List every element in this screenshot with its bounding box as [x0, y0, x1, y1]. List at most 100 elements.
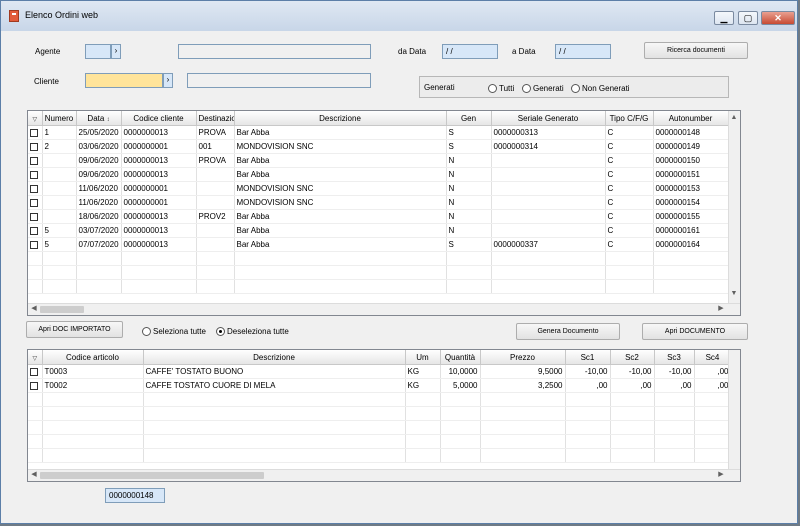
- radio-generati[interactable]: Generati: [522, 84, 564, 93]
- order-row[interactable]: 2 03/06/2020 0000000001 001 MONDOVISION SNC S…: [28, 139, 729, 154]
- detail-row[interactable]: [28, 448, 740, 463]
- row-checkbox[interactable]: [30, 128, 38, 137]
- header-sc4[interactable]: Sc4: [694, 350, 732, 365]
- order-row[interactable]: 09/06/2020 0000000013 Bar Abba N C 0000000151: [28, 167, 729, 182]
- detail-horizontal-scrollbar[interactable]: ◀ ▶: [28, 469, 740, 481]
- header-seriale-generato[interactable]: Seriale Generato: [491, 111, 606, 126]
- scroll-down-icon[interactable]: ▼: [729, 289, 739, 299]
- row-select-cell[interactable]: [28, 223, 43, 238]
- header-sc1[interactable]: Sc1: [565, 350, 611, 365]
- row-select-cell[interactable]: [28, 251, 43, 266]
- detail-row[interactable]: [28, 420, 740, 435]
- apri-documento-button[interactable]: Apri DOCUMENTO: [642, 323, 748, 340]
- cliente-lookup-button[interactable]: ›: [163, 73, 173, 88]
- header-autonumber[interactable]: Autonumber: [653, 111, 729, 126]
- orders-grid[interactable]: ▽ Numero Data ↕ Codice cliente Destinazi…: [27, 110, 741, 316]
- row-select-cell[interactable]: [28, 279, 43, 294]
- genera-documento-button[interactable]: Genera Documento: [516, 323, 620, 340]
- a-data-input[interactable]: / /: [555, 44, 611, 59]
- detail-row[interactable]: [28, 434, 740, 449]
- order-row[interactable]: [28, 265, 729, 280]
- scroll-thumb[interactable]: [40, 472, 264, 479]
- row-select-cell[interactable]: [28, 181, 43, 196]
- header-descrizione-articolo[interactable]: Descrizione: [143, 350, 406, 365]
- order-row[interactable]: [28, 279, 729, 294]
- row-select-cell[interactable]: [28, 448, 43, 463]
- row-select-cell[interactable]: [28, 167, 43, 182]
- row-checkbox[interactable]: [30, 156, 38, 165]
- row-select-cell[interactable]: [28, 378, 43, 393]
- row-checkbox[interactable]: [30, 198, 38, 207]
- header-codice-articolo[interactable]: Codice articolo: [42, 350, 144, 365]
- header-data[interactable]: Data ↕: [76, 111, 122, 126]
- agente-lookup-button[interactable]: ›: [111, 44, 121, 59]
- order-row[interactable]: 18/06/2020 0000000013 PROV2 Bar Abba N C 00000…: [28, 209, 729, 224]
- autonumber-field[interactable]: 0000000148: [105, 488, 165, 503]
- row-checkbox[interactable]: [30, 367, 38, 376]
- row-checkbox[interactable]: [30, 240, 38, 249]
- radio-seleziona-tutte[interactable]: Seleziona tutte: [142, 327, 206, 336]
- order-row[interactable]: [28, 251, 729, 266]
- scroll-right-icon[interactable]: ▶: [716, 304, 726, 314]
- scroll-thumb[interactable]: [40, 306, 84, 313]
- row-select-cell[interactable]: [28, 237, 43, 252]
- row-select-cell[interactable]: [28, 364, 43, 379]
- row-select-cell[interactable]: [28, 265, 43, 280]
- row-select-cell[interactable]: [28, 392, 43, 407]
- row-checkbox[interactable]: [30, 184, 38, 193]
- order-row[interactable]: 11/06/2020 0000000001 MONDOVISION SNC N C 000…: [28, 195, 729, 210]
- header-prezzo[interactable]: Prezzo: [480, 350, 566, 365]
- orders-vertical-scrollbar[interactable]: ▲ ▼: [728, 111, 740, 303]
- row-select-cell[interactable]: [28, 125, 43, 140]
- agente-input[interactable]: [85, 44, 111, 59]
- apri-doc-importato-button[interactable]: Apri DOC IMPORTATO: [26, 321, 123, 338]
- scroll-right-icon[interactable]: ▶: [716, 470, 726, 480]
- row-select-cell[interactable]: [28, 139, 43, 154]
- minimize-button[interactable]: ▁: [714, 11, 734, 25]
- order-row[interactable]: 5 03/07/2020 0000000013 Bar Abba N C 000000016…: [28, 223, 729, 238]
- radio-deseleziona-tutte[interactable]: Deseleziona tutte: [216, 327, 289, 336]
- detail-grid[interactable]: ▽ Codice articolo Descrizione Um Quantit…: [27, 349, 741, 482]
- order-row[interactable]: 09/06/2020 0000000013 PROVA Bar Abba N C 00000…: [28, 153, 729, 168]
- row-checkbox[interactable]: [30, 226, 38, 235]
- order-row[interactable]: 1 25/05/2020 0000000013 PROVA Bar Abba S 00000…: [28, 125, 729, 140]
- row-checkbox[interactable]: [30, 142, 38, 151]
- header-tipo-cfg[interactable]: Tipo C/F/G: [605, 111, 654, 126]
- row-checkbox[interactable]: [30, 170, 38, 179]
- ricerca-documenti-button[interactable]: Ricerca documenti: [644, 42, 748, 59]
- header-sc2[interactable]: Sc2: [610, 350, 655, 365]
- row-checkbox[interactable]: [30, 381, 38, 390]
- row-select-cell[interactable]: [28, 406, 43, 421]
- detail-row[interactable]: T0003 CAFFE' TOSTATO BUONO KG 10,0000 9,5000…: [28, 364, 740, 379]
- row-select-cell[interactable]: [28, 420, 43, 435]
- row-select-cell[interactable]: [28, 195, 43, 210]
- scroll-left-icon[interactable]: ◀: [29, 470, 39, 480]
- detail-row[interactable]: [28, 392, 740, 407]
- row-checkbox[interactable]: [30, 212, 38, 221]
- header-quantita[interactable]: Quantità: [440, 350, 481, 365]
- detail-row[interactable]: T0002 CAFFE TOSTATO CUORE DI MELA KG 5,0000…: [28, 378, 740, 393]
- scroll-left-icon[interactable]: ◀: [29, 304, 39, 314]
- header-gen[interactable]: Gen: [446, 111, 492, 126]
- radio-non-generati[interactable]: Non Generati: [571, 84, 630, 93]
- header-um[interactable]: Um: [405, 350, 441, 365]
- header-sc3[interactable]: Sc3: [654, 350, 695, 365]
- close-button[interactable]: ✕: [761, 11, 795, 25]
- scroll-up-icon[interactable]: ▲: [729, 113, 739, 123]
- cliente-input[interactable]: [85, 73, 163, 88]
- da-data-input[interactable]: / /: [442, 44, 498, 59]
- header-destinazione[interactable]: Destinazio: [196, 111, 235, 126]
- row-select-cell[interactable]: [28, 209, 43, 224]
- row-select-cell[interactable]: [28, 434, 43, 449]
- order-row[interactable]: 5 07/07/2020 0000000013 Bar Abba S 0000000337…: [28, 237, 729, 252]
- row-select-cell[interactable]: [28, 153, 43, 168]
- order-row[interactable]: 11/06/2020 0000000001 MONDOVISION SNC N C 000…: [28, 181, 729, 196]
- header-descrizione[interactable]: Descrizione: [234, 111, 447, 126]
- detail-vertical-scrollbar[interactable]: [728, 350, 740, 469]
- orders-horizontal-scrollbar[interactable]: ◀ ▶: [28, 303, 740, 315]
- maximize-button[interactable]: ▢: [738, 11, 758, 25]
- radio-tutti[interactable]: Tutti: [488, 84, 514, 93]
- header-codice-cliente[interactable]: Codice cliente: [121, 111, 197, 126]
- header-numero[interactable]: Numero: [42, 111, 77, 126]
- detail-row[interactable]: [28, 406, 740, 421]
